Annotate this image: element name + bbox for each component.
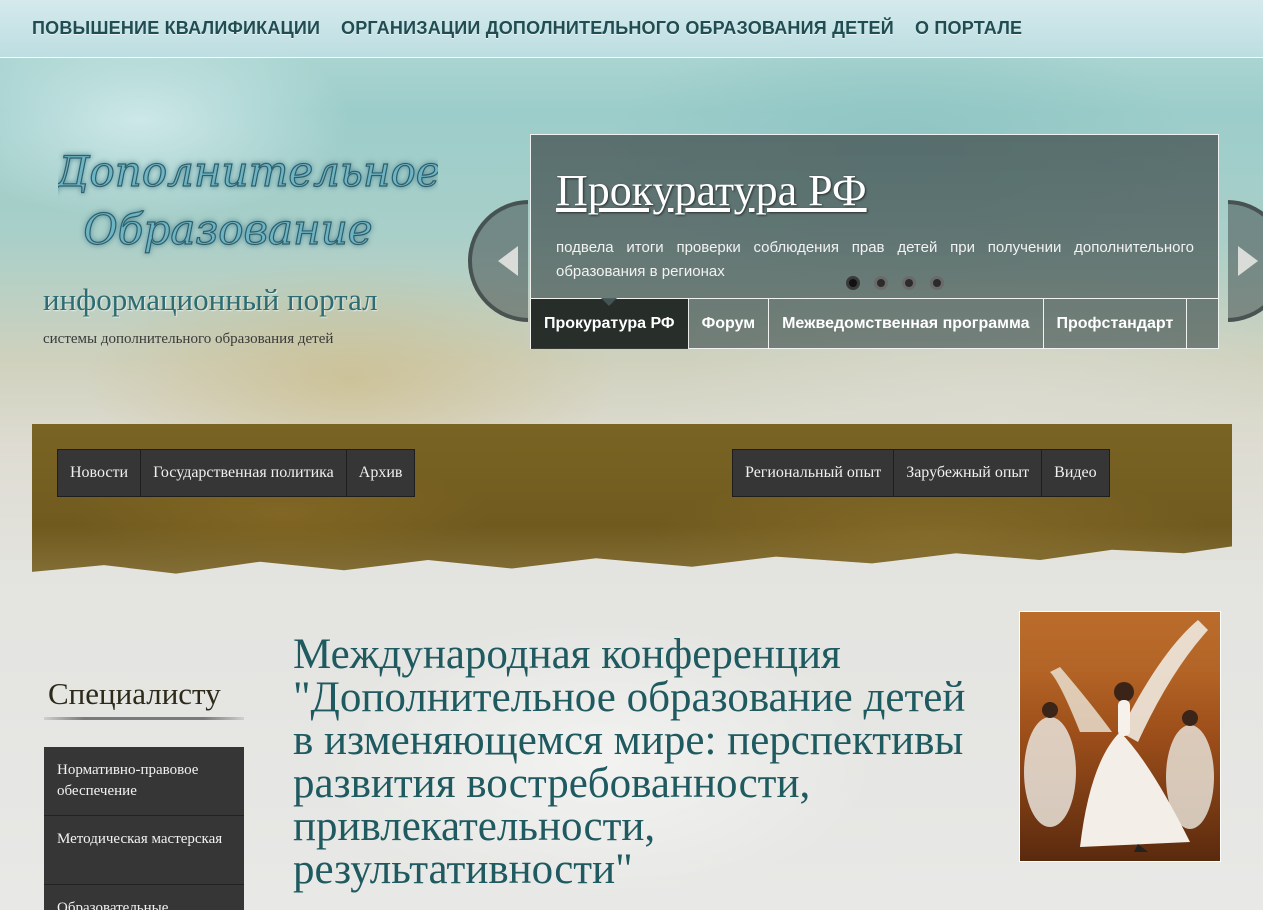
section-nav-news[interactable]: Новости	[57, 449, 141, 497]
slider-tab-professional-standard[interactable]: Профстандарт	[1044, 299, 1188, 349]
site-logo[interactable]: Дополнительное Образование	[53, 140, 442, 260]
slider-prev-button[interactable]	[468, 200, 528, 322]
slider-dot-1[interactable]	[846, 276, 860, 290]
slider-dot-3[interactable]	[902, 276, 916, 290]
chevron-right-icon	[1238, 246, 1258, 276]
section-nav-state-policy[interactable]: Государственная политика	[140, 449, 346, 497]
section-nav-left: Новости Государственная политика Архив	[57, 449, 416, 497]
logo-line-2: Образование	[83, 205, 372, 254]
slider-tab-forum[interactable]: Форум	[689, 299, 770, 349]
top-nav-item-organizations[interactable]: ОРГАНИЗАЦИИ ДОПОЛНИТЕЛЬНОГО ОБРАЗОВАНИЯ …	[341, 18, 894, 39]
top-nav-item-about[interactable]: О ПОРТАЛЕ	[915, 18, 1022, 39]
top-nav-item-qualification[interactable]: ПОВЫШЕНИЕ КВАЛИФИКАЦИИ	[32, 18, 320, 39]
site-logo-image: Дополнительное Образование	[53, 146, 442, 254]
slider-dot-2[interactable]	[874, 276, 888, 290]
section-nav-regional-experience[interactable]: Региональный опыт	[732, 449, 894, 497]
chevron-left-icon	[498, 246, 518, 276]
news-slider: Прокуратура РФ подвела итоги проверки со…	[530, 134, 1219, 349]
slider-dot-4[interactable]	[930, 276, 944, 290]
section-nav-right: Региональный опыт Зарубежный опыт Видео	[732, 449, 1110, 497]
slide-title-link[interactable]: Прокуратура РФ	[556, 165, 867, 216]
article-title[interactable]: Международная конференция "Дополнительно…	[293, 633, 973, 891]
slider-pagination	[846, 276, 958, 292]
section-nav-foreign-experience[interactable]: Зарубежный опыт	[893, 449, 1042, 497]
slider-next-button[interactable]	[1228, 200, 1263, 322]
sidebar-divider	[44, 717, 244, 720]
slider-tabs: Прокуратура РФ Форум Межведомственная пр…	[531, 298, 1218, 349]
sidebar-item-methodical-workshop[interactable]: Методическая мастерская	[44, 816, 244, 885]
section-nav-archive[interactable]: Архив	[345, 449, 416, 497]
top-navigation: ПОВЫШЕНИЕ КВАЛИФИКАЦИИ ОРГАНИЗАЦИИ ДОПОЛ…	[0, 0, 1263, 58]
slider-tab-interagency-program[interactable]: Межведомственная программа	[769, 299, 1044, 349]
section-nav-video[interactable]: Видео	[1041, 449, 1110, 497]
logo-line-1: Дополнительное	[58, 147, 438, 196]
dancers-image	[1020, 612, 1220, 861]
article-photo[interactable]	[1019, 611, 1221, 862]
sidebar-item-legal-framework[interactable]: Нормативно-правовое обеспечение	[44, 747, 244, 816]
sidebar-menu: Нормативно-правовое обеспечение Методиче…	[44, 747, 244, 910]
portal-subtitle: системы дополнительного образования дете…	[43, 331, 334, 347]
sidebar-item-educational[interactable]: Образовательные	[44, 885, 244, 910]
sidebar-heading: Специалисту	[48, 676, 221, 711]
slider-tab-prosecutor[interactable]: Прокуратура РФ	[531, 298, 689, 349]
portal-title: информационный портал	[43, 282, 378, 317]
